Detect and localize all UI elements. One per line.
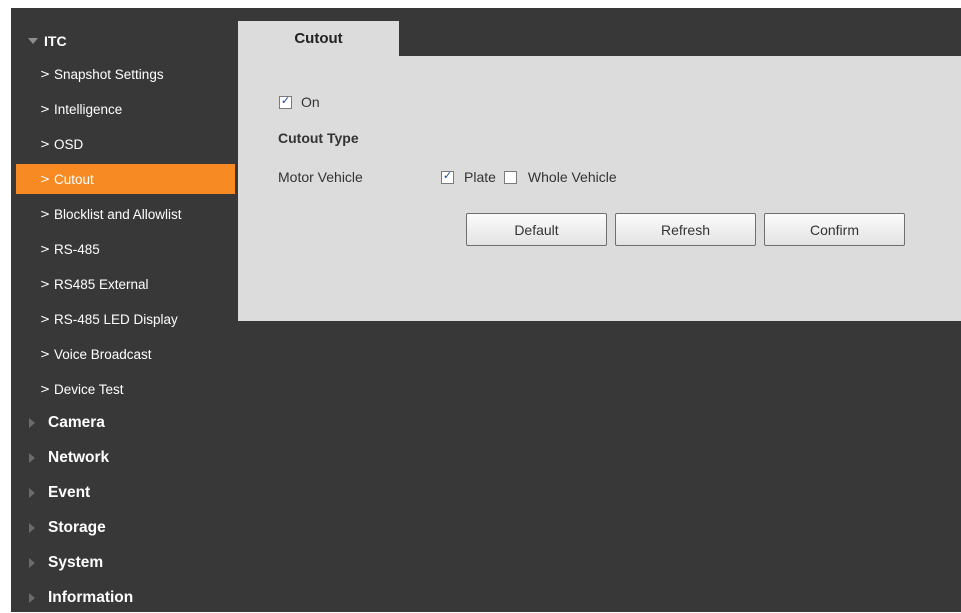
chevron-right-icon: >	[40, 172, 51, 186]
triangle-right-icon	[29, 523, 35, 533]
sidebar-item-label: Snapshot Settings	[54, 66, 164, 82]
on-checkbox[interactable]	[279, 94, 292, 109]
sidebar: ITC > Snapshot Settings > Intelligence >…	[11, 8, 236, 612]
sidebar-header-label: ITC	[44, 33, 67, 49]
chevron-right-icon: >	[40, 137, 51, 151]
sidebar-item-snapshot-settings[interactable]: > Snapshot Settings	[16, 59, 235, 89]
sidebar-item-rs485[interactable]: > RS-485	[16, 234, 235, 264]
sidebar-menu-label: Information	[48, 589, 134, 606]
triangle-right-icon	[29, 418, 35, 428]
chevron-right-icon: >	[40, 207, 51, 221]
app-frame: ITC > Snapshot Settings > Intelligence >…	[11, 8, 961, 612]
triangle-down-icon	[28, 38, 38, 44]
sidebar-item-label: Voice Broadcast	[54, 346, 152, 362]
sidebar-menu-event[interactable]: Event	[11, 478, 236, 508]
chevron-right-icon: >	[40, 102, 51, 116]
plate-option: Plate Whole Vehicle	[441, 169, 617, 185]
sidebar-item-label: OSD	[54, 136, 84, 152]
tab-cutout[interactable]: Cutout	[238, 21, 399, 56]
refresh-button[interactable]: Refresh	[615, 213, 756, 246]
sidebar-menu-label: Camera	[48, 414, 105, 431]
chevron-right-icon: >	[40, 242, 51, 256]
sidebar-item-label: RS-485	[54, 241, 100, 257]
sidebar-item-label: Intelligence	[54, 101, 123, 117]
sidebar-menu-label: Storage	[48, 519, 106, 536]
sidebar-item-osd[interactable]: > OSD	[16, 129, 235, 159]
sidebar-item-label: RS485 External	[54, 276, 149, 292]
sidebar-menu-information[interactable]: Information	[11, 583, 236, 613]
motor-vehicle-text: Motor Vehicle	[278, 169, 363, 185]
sidebar-menu-label: Network	[48, 449, 110, 466]
sidebar-menu-label: Event	[48, 484, 91, 501]
sidebar-item-label: Blocklist and Allowlist	[54, 206, 182, 222]
plate-label: Plate	[464, 169, 496, 185]
plate-checkbox[interactable]	[441, 169, 454, 184]
triangle-right-icon	[29, 593, 35, 603]
cutout-type-label: Cutout Type	[278, 130, 359, 146]
sidebar-item-cutout[interactable]: > Cutout	[16, 164, 235, 194]
cutout-type-heading: Cutout Type	[278, 130, 359, 146]
triangle-right-icon	[29, 488, 35, 498]
chevron-right-icon: >	[40, 382, 51, 396]
sidebar-menu-network[interactable]: Network	[11, 443, 236, 473]
sidebar-item-voice-broadcast[interactable]: > Voice Broadcast	[16, 339, 235, 369]
whole-vehicle-label: Whole Vehicle	[527, 169, 617, 185]
sidebar-menu-system[interactable]: System	[11, 548, 236, 578]
sidebar-item-device-test[interactable]: > Device Test	[16, 374, 235, 404]
sidebar-item-label: RS-485 LED Display	[54, 311, 178, 327]
motor-vehicle-label: Motor Vehicle	[278, 169, 363, 185]
triangle-right-icon	[29, 453, 35, 463]
sidebar-item-label: Device Test	[54, 381, 124, 397]
sidebar-item-blocklist-allowlist[interactable]: > Blocklist and Allowlist	[16, 199, 235, 229]
chevron-right-icon: >	[40, 277, 51, 291]
whole-vehicle-checkbox[interactable]	[503, 170, 517, 184]
sidebar-item-rs485-external[interactable]: > RS485 External	[16, 269, 235, 299]
confirm-button[interactable]: Confirm	[764, 213, 905, 246]
on-row: On	[279, 94, 320, 110]
chevron-right-icon: >	[40, 67, 51, 81]
sidebar-item-label: Cutout	[54, 171, 94, 187]
on-label: On	[301, 94, 320, 110]
tab-label: Cutout	[294, 30, 343, 47]
chevron-right-icon: >	[40, 347, 51, 361]
chevron-right-icon: >	[40, 312, 51, 326]
default-button[interactable]: Default	[466, 213, 607, 246]
triangle-right-icon	[29, 558, 35, 568]
sidebar-menu-storage[interactable]: Storage	[11, 513, 236, 543]
sidebar-menu-label: System	[48, 554, 104, 571]
sidebar-header-itc[interactable]: ITC	[11, 26, 236, 56]
cutout-panel: On Cutout Type Motor Vehicle Plate Whole…	[238, 56, 961, 321]
sidebar-item-rs485-led-display[interactable]: > RS-485 LED Display	[16, 304, 235, 334]
sidebar-menu-camera[interactable]: Camera	[11, 408, 236, 438]
sidebar-item-intelligence[interactable]: > Intelligence	[16, 94, 235, 124]
